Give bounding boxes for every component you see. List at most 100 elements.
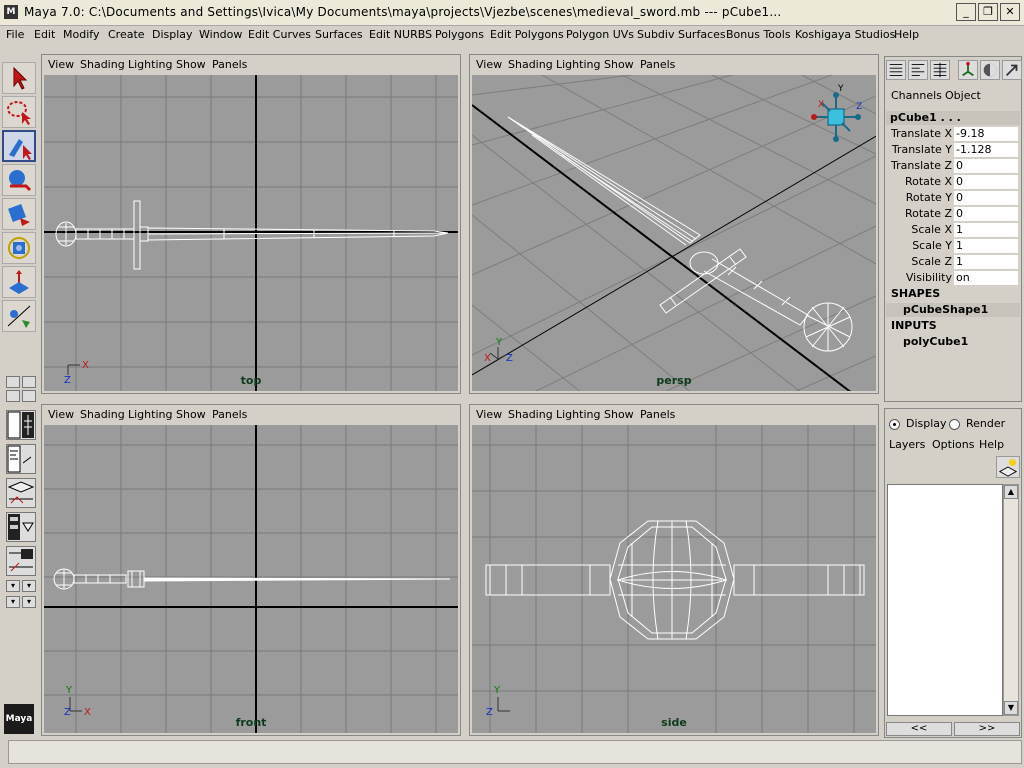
menu-surfaces[interactable]: Surfaces: [315, 28, 363, 41]
command-line-input[interactable]: [8, 740, 1022, 764]
display-layer-radio[interactable]: [889, 419, 900, 430]
layout-persp-uv-button[interactable]: [6, 546, 36, 576]
soft-mod-tool-button[interactable]: [2, 300, 36, 332]
render-layer-radio[interactable]: [949, 419, 960, 430]
attribute-editor-icon[interactable]: [958, 60, 978, 80]
attr-value-field[interactable]: 0: [954, 207, 1018, 222]
restore-button[interactable]: ❐: [978, 3, 998, 21]
lasso-tool-button[interactable]: [2, 96, 36, 128]
layers-menu[interactable]: Layers: [889, 438, 925, 451]
layout-single-button[interactable]: [6, 376, 20, 388]
layer-editor-icon[interactable]: [908, 60, 928, 80]
viewport-front-canvas[interactable]: Y X Z front: [44, 425, 458, 733]
vp-side-shading-menu[interactable]: Shading: [508, 408, 553, 421]
options-menu[interactable]: Options: [932, 438, 974, 451]
layer-prev-button[interactable]: <<: [886, 722, 952, 736]
vp-side-show-menu[interactable]: Show: [604, 408, 634, 421]
menu-edit-polygons[interactable]: Edit Polygons: [490, 28, 564, 41]
layout-four-button[interactable]: [6, 390, 20, 402]
close-button[interactable]: ✕: [1000, 3, 1020, 21]
vp-persp-panels-menu[interactable]: Panels: [640, 58, 675, 71]
layout-dropdown-1[interactable]: ▾: [6, 580, 20, 592]
manipulator-tool-button[interactable]: [2, 266, 36, 298]
pointer-icon[interactable]: [1002, 60, 1022, 80]
layout-persp-outliner-button[interactable]: [6, 410, 36, 440]
layout-dropdown-2[interactable]: ▾: [22, 580, 36, 592]
layout-split-button[interactable]: [22, 390, 36, 402]
tool-settings-icon[interactable]: [980, 60, 1000, 80]
attr-row-scale-y[interactable]: Scale Y1: [888, 239, 1020, 254]
vp-front-shading-menu[interactable]: Shading: [80, 408, 125, 421]
vp-front-show-menu[interactable]: Show: [176, 408, 206, 421]
menu-subdiv-surfaces[interactable]: Subdiv Surfaces: [637, 28, 726, 41]
layout-dropdown-4[interactable]: ▾: [22, 596, 36, 608]
viewport-side[interactable]: View Shading Lighting Show Panels Y Z si…: [469, 404, 879, 736]
scroll-up-button[interactable]: ▲: [1004, 485, 1018, 499]
select-tool-button[interactable]: [2, 62, 36, 94]
attr-value-field[interactable]: 0: [954, 175, 1018, 190]
vp-persp-lighting-menu[interactable]: Lighting: [556, 58, 600, 71]
attr-value-field[interactable]: 1: [954, 255, 1018, 270]
input-node-name[interactable]: polyCube1: [903, 335, 1024, 348]
attr-value-field[interactable]: 0: [954, 159, 1018, 174]
layout-persp-graph-button[interactable]: [6, 444, 36, 474]
attr-row-rotate-y[interactable]: Rotate Y0: [888, 191, 1020, 206]
menu-file[interactable]: File: [6, 28, 24, 41]
channel-box-icon[interactable]: [886, 60, 906, 80]
vp-side-panels-menu[interactable]: Panels: [640, 408, 675, 421]
vp-side-view-menu[interactable]: View: [476, 408, 502, 421]
menu-modify[interactable]: Modify: [63, 28, 99, 41]
menu-koshigaya-studios[interactable]: Koshigaya Studios: [795, 28, 895, 41]
attr-value-field[interactable]: 0: [954, 191, 1018, 206]
menu-polygons[interactable]: Polygons: [435, 28, 484, 41]
layout-dropdown-3[interactable]: ▾: [6, 596, 20, 608]
attr-value-field[interactable]: on: [954, 271, 1018, 286]
attr-value-field[interactable]: 1: [954, 223, 1018, 238]
layer-list-scrollbar[interactable]: ▲ ▼: [1003, 484, 1019, 716]
attr-row-rotate-x[interactable]: Rotate X0: [888, 175, 1020, 190]
attr-value-field[interactable]: -9.18: [954, 127, 1018, 142]
minimize-button[interactable]: _: [956, 3, 976, 21]
vp-persp-shading-menu[interactable]: Shading: [508, 58, 553, 71]
new-layer-button[interactable]: [996, 456, 1020, 478]
attr-row-scale-x[interactable]: Scale X1: [888, 223, 1020, 238]
viewport-top[interactable]: View Shading Lighting Show Panels X Z to…: [41, 54, 461, 394]
attr-row-translate-x[interactable]: Translate X -9.18: [888, 127, 1020, 142]
vp-persp-view-menu[interactable]: View: [476, 58, 502, 71]
attr-value-field[interactable]: 1: [954, 239, 1018, 254]
layer-next-button[interactable]: >>: [954, 722, 1020, 736]
layout-hypershade-button[interactable]: [6, 478, 36, 508]
menu-polygon-uvs[interactable]: Polygon UVs: [566, 28, 634, 41]
vp-front-view-menu[interactable]: View: [48, 408, 74, 421]
layout-toggle-button[interactable]: [22, 376, 36, 388]
vp-top-shading-menu[interactable]: Shading: [80, 58, 125, 71]
attr-value-field[interactable]: -1.128: [954, 143, 1018, 158]
attr-row-visibility[interactable]: Visibility on: [888, 271, 1020, 286]
menu-bonus-tools[interactable]: Bonus Tools: [726, 28, 791, 41]
vp-side-lighting-menu[interactable]: Lighting: [556, 408, 600, 421]
channel-layer-icon[interactable]: [930, 60, 950, 80]
vp-top-view-menu[interactable]: View: [48, 58, 74, 71]
scroll-down-button[interactable]: ▼: [1004, 701, 1018, 715]
attr-row-translate-y[interactable]: Translate Y -1.128: [888, 143, 1020, 158]
channel-box-object-name[interactable]: pCube1 . . .: [886, 111, 1020, 125]
tab-channels[interactable]: Channels: [891, 89, 942, 102]
scale-tool-button[interactable]: [2, 232, 36, 264]
attr-row-rotate-z[interactable]: Rotate Z0: [888, 207, 1020, 222]
viewport-side-canvas[interactable]: Y Z side: [472, 425, 876, 733]
vp-front-panels-menu[interactable]: Panels: [212, 408, 247, 421]
menu-edit[interactable]: Edit: [34, 28, 55, 41]
viewport-persp-canvas[interactable]: X Y Z X Y Z persp: [472, 75, 876, 391]
menu-window[interactable]: Window: [199, 28, 242, 41]
menu-display[interactable]: Display: [152, 28, 193, 41]
menu-edit-curves[interactable]: Edit Curves: [248, 28, 311, 41]
paint-select-tool-button[interactable]: [2, 130, 36, 162]
rotate-tool-button[interactable]: [2, 198, 36, 230]
help-menu[interactable]: Help: [979, 438, 1004, 451]
layer-list[interactable]: [887, 484, 1003, 716]
tab-object[interactable]: Object: [945, 89, 981, 102]
viewport-persp[interactable]: View Shading Lighting Show Panels X Y Z …: [469, 54, 879, 394]
vp-front-lighting-menu[interactable]: Lighting: [128, 408, 172, 421]
menu-edit-nurbs[interactable]: Edit NURBS: [369, 28, 432, 41]
vp-top-panels-menu[interactable]: Panels: [212, 58, 247, 71]
